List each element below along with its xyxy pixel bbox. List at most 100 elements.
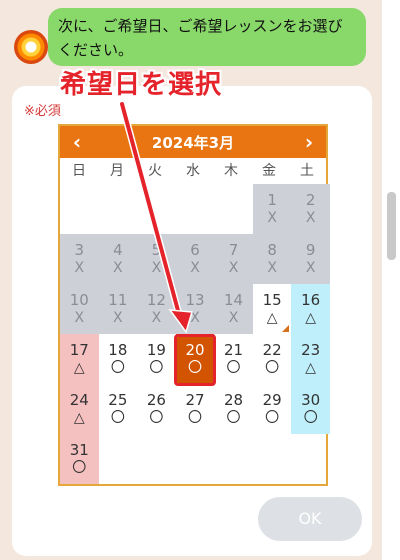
day-cell-1: 1X — [252, 184, 292, 234]
day-number: 10 — [69, 291, 89, 309]
selected-date-highlight — [174, 334, 216, 386]
day-cell-10: 10 X — [60, 284, 99, 334]
day-number: 16 — [301, 291, 321, 309]
day-number: 13 — [185, 291, 205, 309]
weekday-fri: 金 — [262, 163, 276, 179]
availability-mark: X — [267, 260, 277, 276]
annotation-label: 希望日を選択 — [60, 70, 223, 100]
weekday-thu: 木 — [224, 163, 238, 179]
day-cell-2: 2X — [291, 184, 330, 234]
availability-mark: 〇 — [149, 410, 164, 426]
weekday-tue: 火 — [148, 163, 162, 179]
day-number: 27 — [185, 391, 205, 409]
availability-mark: △ — [73, 360, 85, 376]
scrollbar[interactable] — [382, 0, 400, 560]
day-number: 29 — [262, 391, 282, 409]
availability-mark: X — [151, 260, 162, 276]
day-number: 4 — [113, 241, 123, 259]
day-cell-18[interactable]: 18 〇 — [98, 334, 138, 384]
day-cell-16[interactable]: 16 △ — [291, 284, 330, 334]
availability-mark: 〇 — [265, 410, 280, 426]
prev-month-icon[interactable]: ‹ — [60, 130, 94, 154]
day-cell-17[interactable]: 17 △ — [60, 334, 99, 384]
corner-marker-icon — [282, 325, 290, 332]
day-cell-13: 13 X — [175, 284, 215, 334]
day-number: 6 — [190, 241, 200, 259]
day-number: 8 — [267, 241, 277, 259]
day-cell-25[interactable]: 25 〇 — [98, 384, 138, 434]
day-cell-11: 11 X — [98, 284, 138, 334]
day-number: 18 — [108, 341, 128, 359]
availability-mark: X — [305, 260, 316, 276]
availability-mark: X — [228, 260, 239, 276]
availability-mark: △ — [305, 310, 317, 326]
day-number: 26 — [146, 391, 166, 409]
day-number: 2 — [305, 191, 316, 209]
availability-mark: X — [113, 310, 123, 326]
day-cell-30[interactable]: 30 〇 — [291, 384, 330, 434]
day-number: 9 — [305, 241, 316, 259]
day-number: 14 — [224, 291, 244, 309]
availability-mark: X — [305, 210, 316, 226]
availability-mark: 〇 — [149, 360, 164, 376]
availability-mark: 〇 — [110, 360, 125, 376]
day-number: 31 — [69, 441, 89, 459]
day-cell-8: 8X — [252, 234, 292, 284]
day-cell-24[interactable]: 24 △ — [60, 384, 99, 434]
availability-mark: X — [151, 310, 162, 326]
chat-bubble: 次に、ご希望日、ご希望レッスンをお選びください。 — [48, 8, 366, 66]
day-cell-26[interactable]: 26 〇 — [137, 384, 176, 434]
weekday-sat: 土 — [300, 163, 314, 179]
day-cell-12: 12 X — [137, 284, 176, 334]
day-cell-29[interactable]: 29 〇 — [252, 384, 292, 434]
day-cell-3: 3X — [60, 234, 99, 284]
availability-mark: X — [190, 260, 200, 276]
day-number: 25 — [108, 391, 128, 409]
availability-mark: X — [113, 260, 123, 276]
day-cell-19[interactable]: 19 〇 — [137, 334, 176, 384]
day-cell-5: 5X — [137, 234, 176, 284]
day-cell-28[interactable]: 28 〇 — [214, 384, 253, 434]
day-number: 17 — [69, 341, 89, 359]
availability-mark: △ — [266, 310, 278, 326]
availability-mark: X — [74, 260, 85, 276]
day-number: 28 — [224, 391, 244, 409]
day-cell-22[interactable]: 22 〇 — [252, 334, 292, 384]
calendar: ‹ 2024年3月 › 日 月 火 水 木 金 土 1X2X3X4X5X6X7X… — [58, 124, 330, 486]
availability-mark: X — [228, 310, 239, 326]
weekday-wed: 水 — [186, 163, 200, 179]
day-number: 3 — [74, 241, 85, 259]
day-number: 11 — [108, 291, 128, 309]
day-number: 5 — [151, 241, 162, 259]
day-number: 7 — [228, 241, 239, 259]
weekday-sun: 日 — [72, 163, 86, 179]
next-month-icon[interactable]: › — [292, 130, 326, 154]
ok-button[interactable]: OK — [258, 497, 362, 541]
day-cell-27[interactable]: 27 〇 — [175, 384, 215, 434]
scrollbar-thumb[interactable] — [387, 192, 396, 260]
availability-mark: 〇 — [226, 410, 241, 426]
day-number: 19 — [146, 341, 166, 359]
required-label: ※必須 — [24, 104, 61, 119]
weekday-row: 日 月 火 水 木 金 土 — [60, 158, 326, 184]
availability-mark: △ — [305, 360, 317, 376]
day-number: 1 — [267, 191, 277, 209]
availability-mark: △ — [73, 410, 85, 426]
weekday-mon: 月 — [110, 163, 124, 179]
availability-mark: 〇 — [265, 360, 280, 376]
availability-mark: X — [267, 210, 277, 226]
day-cell-14: 14 X — [214, 284, 253, 334]
day-cell-6: 6X — [175, 234, 215, 284]
bot-avatar-icon — [14, 30, 48, 64]
day-number: 12 — [146, 291, 166, 309]
day-cell-21[interactable]: 21 〇 — [214, 334, 253, 384]
availability-mark: 〇 — [303, 410, 318, 426]
day-cell-9: 9X — [291, 234, 330, 284]
day-cell-23[interactable]: 23 △ — [291, 334, 330, 384]
availability-mark: 〇 — [226, 360, 241, 376]
day-cell-31[interactable]: 31 〇 — [60, 434, 99, 484]
month-label: 2024年3月 — [151, 133, 235, 152]
day-cell-15[interactable]: 15 △ — [252, 284, 292, 334]
availability-mark: 〇 — [187, 410, 202, 426]
day-number: 15 — [262, 291, 282, 309]
